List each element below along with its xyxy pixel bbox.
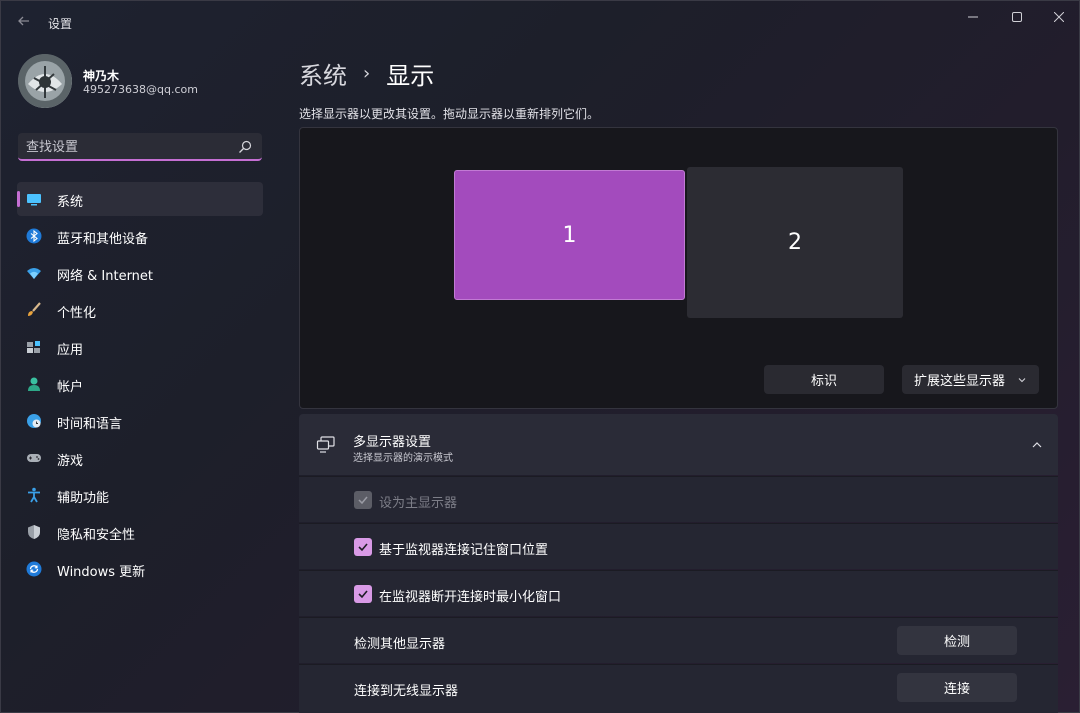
settings-window: 设置 神乃木 495273638@qq.com 查找设置 系统 蓝牙和其他设备 … (0, 0, 1080, 713)
display-mode-dropdown[interactable]: 扩展这些显示器 (902, 365, 1039, 394)
close-icon[interactable] (1039, 5, 1079, 29)
sidebar-item-label: 应用 (57, 343, 84, 358)
checkbox-row-primary: 设为主显示器 (299, 476, 1058, 522)
page-description: 选择显示器以更改其设置。拖动显示器以重新排列它们。 (299, 107, 600, 121)
brush-icon (26, 302, 42, 318)
minimize-icon[interactable] (953, 5, 993, 29)
search-box[interactable] (18, 133, 262, 161)
sidebar-item-windows-update[interactable]: Windows 更新 (17, 552, 263, 586)
connect-button[interactable]: 连接 (897, 673, 1017, 702)
user-name: 神乃木 (83, 69, 120, 83)
app-title: 设置 (48, 17, 73, 31)
sidebar-item-accessibility[interactable]: 辅助功能 (17, 478, 263, 512)
sidebar-item-label: 时间和语言 (57, 417, 123, 432)
sidebar-item-gaming[interactable]: 游戏 (17, 441, 263, 475)
checkbox-row-minimize-window: 在监视器断开连接时最小化窗口 (299, 570, 1058, 616)
avatar[interactable] (18, 54, 72, 108)
gamepad-icon (26, 450, 42, 466)
sidebar-item-label: 隐私和安全性 (57, 528, 136, 543)
minimize-window-checkbox[interactable] (354, 585, 372, 603)
primary-display-checkbox (354, 491, 372, 509)
maximize-icon[interactable] (997, 5, 1037, 29)
sidebar-item-network[interactable]: 网络 & Internet (17, 256, 263, 290)
accessibility-icon (26, 487, 42, 503)
sidebar-item-label: 辅助功能 (57, 491, 110, 506)
sidebar-nav: 系统 蓝牙和其他设备 网络 & Internet 个性化 应用 帐户 时间和语言… (17, 182, 263, 589)
sidebar-item-label: 网络 & Internet (57, 269, 154, 284)
shield-icon (26, 524, 42, 540)
back-arrow-icon[interactable] (15, 14, 33, 32)
sidebar-item-system[interactable]: 系统 (17, 182, 263, 216)
globe-clock-icon (26, 413, 42, 429)
sidebar-item-label: 个性化 (57, 306, 97, 321)
chevron-down-icon (1017, 374, 1027, 384)
breadcrumb-parent[interactable]: 系统 (299, 56, 347, 91)
wifi-icon (26, 265, 42, 281)
checkbox-row-remember-window: 基于监视器连接记住窗口位置 (299, 523, 1058, 569)
apps-icon (26, 339, 42, 355)
sidebar-item-personalization[interactable]: 个性化 (17, 293, 263, 327)
multi-display-header[interactable]: 多显示器设置 选择显示器的演示模式 (299, 414, 1058, 475)
sidebar-item-time-language[interactable]: 时间和语言 (17, 404, 263, 438)
sidebar-item-bluetooth[interactable]: 蓝牙和其他设备 (17, 219, 263, 253)
display-arrangement-panel: 1 2 标识 扩展这些显示器 (299, 127, 1058, 409)
breadcrumb-separator: › (363, 63, 371, 84)
multi-display-subtitle: 选择显示器的演示模式 (353, 453, 453, 464)
sidebar-item-apps[interactable]: 应用 (17, 330, 263, 364)
chevron-up-icon[interactable] (1030, 437, 1044, 451)
page-title: 显示 (386, 62, 435, 90)
sidebar-item-accounts[interactable]: 帐户 (17, 367, 263, 401)
monitor-icon (26, 191, 42, 207)
sidebar-item-label: 系统 (57, 195, 84, 210)
monitor-2[interactable]: 2 (687, 167, 903, 318)
detect-displays-row: 检测其他显示器 检测 (299, 617, 1058, 663)
detect-displays-label: 检测其他显示器 (354, 637, 446, 652)
update-icon (26, 561, 42, 577)
bluetooth-icon (26, 228, 42, 244)
sidebar-item-label: Windows 更新 (57, 565, 146, 580)
remember-window-checkbox[interactable] (354, 538, 372, 556)
monitor-1[interactable]: 1 (454, 170, 685, 300)
checkbox-label: 设为主显示器 (379, 496, 458, 511)
breadcrumb: 系统 › 显示 (299, 56, 434, 91)
multi-monitor-icon (316, 436, 336, 454)
wireless-display-row: 连接到无线显示器 连接 (299, 664, 1058, 713)
checkbox-label[interactable]: 在监视器断开连接时最小化窗口 (379, 586, 561, 605)
title-bar: 设置 (1, 1, 1080, 45)
search-icon[interactable] (238, 139, 252, 153)
detect-button[interactable]: 检测 (897, 626, 1017, 655)
sidebar-item-privacy[interactable]: 隐私和安全性 (17, 515, 263, 549)
checkbox-label[interactable]: 基于监视器连接记住窗口位置 (379, 539, 548, 558)
search-input[interactable] (26, 137, 226, 157)
user-email: 495273638@qq.com (83, 83, 198, 96)
person-icon (26, 376, 42, 392)
wireless-display-label: 连接到无线显示器 (354, 684, 459, 699)
sidebar-item-label: 游戏 (57, 454, 84, 469)
identify-button[interactable]: 标识 (764, 365, 884, 394)
sidebar-item-label: 蓝牙和其他设备 (57, 232, 149, 247)
display-mode-value: 扩展这些显示器 (914, 374, 1006, 389)
sidebar-item-label: 帐户 (57, 380, 84, 395)
multi-display-title: 多显示器设置 (353, 435, 432, 450)
